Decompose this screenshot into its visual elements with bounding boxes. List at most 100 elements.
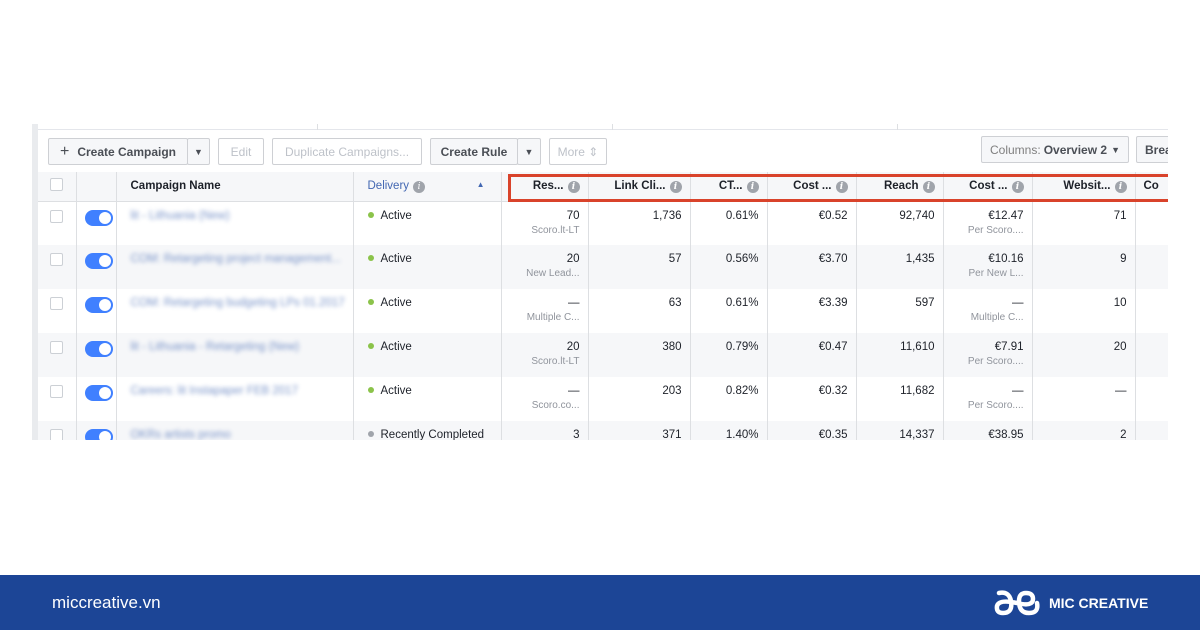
campaign-name-link[interactable]: Careers: lit Instapaper FEB 2017	[116, 377, 354, 421]
table-row[interactable]: Careers: lit Instapaper FEB 2017 Active …	[38, 377, 1168, 421]
ctr-cell: 0.56%	[690, 245, 768, 289]
delivery-status: Active	[353, 201, 502, 245]
footer-bar: miccreative.vn MIC CREATIVE	[0, 575, 1200, 630]
campaign-toggle[interactable]	[76, 421, 117, 440]
col-campaign-name[interactable]: Campaign Name	[116, 172, 354, 202]
columns-dropdown[interactable]: Columns: Overview 2 ▼	[981, 136, 1129, 163]
campaign-name-link[interactable]: COM: Retargeting project management...	[116, 245, 354, 289]
more-button[interactable]: More ⇕	[549, 138, 607, 165]
campaign-name-link[interactable]: lit - Lithuania - Retargeting (New)	[116, 333, 354, 377]
delivery-status: Active	[353, 245, 502, 289]
table-row[interactable]: COM: Retargeting project management... A…	[38, 245, 1168, 289]
breakdown-dropdown[interactable]: Brea	[1136, 136, 1168, 163]
status-dot-icon	[367, 343, 374, 349]
cost-more-cell	[1135, 377, 1168, 421]
info-icon[interactable]: i	[835, 180, 848, 193]
cost-per-result-cell: €7.91 Per Scoro....	[943, 333, 1033, 377]
cost-per-result-cell: — Multiple C...	[943, 289, 1033, 333]
cost-per-result-cell: €10.16 Per New L...	[943, 245, 1033, 289]
table-row[interactable]: COM: Retargeting budgeting LPs 01.2017 A…	[38, 289, 1168, 333]
site-url[interactable]: miccreative.vn	[52, 593, 161, 613]
cost-per-click-cell: €0.47	[767, 333, 857, 377]
cost-per-result-cell: €38.95	[943, 421, 1033, 440]
info-icon[interactable]: i	[669, 180, 682, 193]
tab-strip	[38, 124, 1168, 130]
create-rule-button[interactable]: Create Rule	[430, 138, 518, 165]
select-all-checkbox[interactable]	[38, 172, 77, 202]
reach-cell: 1,435	[856, 245, 944, 289]
table-row[interactable]: lit - Lithuania (New) Active 70 Scoro.lt-…	[38, 201, 1168, 245]
col-delivery[interactable]: Delivery i ▲	[353, 172, 502, 202]
campaign-toggle[interactable]	[76, 245, 117, 289]
col-cost-more[interactable]: Co	[1135, 172, 1168, 202]
campaign-toggle[interactable]	[76, 289, 117, 333]
campaign-name-link[interactable]: OKRs artists promo	[116, 421, 354, 440]
toolbar: + Create Campaign ▼ Edit Duplicate Campai…	[46, 136, 1168, 166]
row-checkbox[interactable]	[38, 333, 77, 377]
table-row[interactable]: OKRs artists promo Recently Completed 33…	[38, 421, 1168, 440]
row-checkbox[interactable]	[38, 201, 77, 245]
campaign-name-link[interactable]: lit - Lithuania (New)	[116, 201, 354, 245]
plus-icon: +	[59, 142, 70, 160]
cost-per-click-cell: €0.32	[767, 377, 857, 421]
campaign-toggle[interactable]	[76, 333, 117, 377]
website-cell: 9	[1032, 245, 1136, 289]
info-icon[interactable]: i	[1114, 180, 1127, 193]
col-link-clicks[interactable]: Link Cli... i	[588, 172, 691, 202]
cost-per-click-cell: €0.35	[767, 421, 857, 440]
col-cost-per-result[interactable]: Cost ... i	[943, 172, 1033, 202]
row-checkbox[interactable]	[38, 245, 77, 289]
col-results[interactable]: Res... i	[501, 172, 589, 202]
table-header: Campaign Name Delivery i ▲ Res... i Link Cl…	[38, 172, 1168, 202]
results-cell: 70 Scoro.lt-LT	[501, 201, 589, 245]
cost-more-cell	[1135, 421, 1168, 440]
delivery-status: Active	[353, 289, 502, 333]
duplicate-campaigns-button[interactable]: Duplicate Campaigns...	[272, 138, 422, 165]
cost-per-click-cell: €3.39	[767, 289, 857, 333]
website-cell: 20	[1032, 333, 1136, 377]
info-icon[interactable]: i	[567, 180, 580, 193]
campaign-name-link[interactable]: COM: Retargeting budgeting LPs 01.2017	[116, 289, 354, 333]
website-cell: —	[1032, 377, 1136, 421]
campaigns-table: Campaign Name Delivery i ▲ Res... i Link Cl…	[38, 172, 1168, 440]
ctr-cell: 0.61%	[690, 289, 768, 333]
campaign-toggle[interactable]	[76, 201, 117, 245]
col-website[interactable]: Websit... i	[1032, 172, 1136, 202]
col-reach[interactable]: Reach i	[856, 172, 944, 202]
row-checkbox[interactable]	[38, 289, 77, 333]
reach-cell: 597	[856, 289, 944, 333]
ctr-cell: 1.40%	[690, 421, 768, 440]
row-checkbox[interactable]	[38, 421, 77, 440]
reach-cell: 11,682	[856, 377, 944, 421]
reach-cell: 92,740	[856, 201, 944, 245]
info-icon[interactable]: i	[746, 180, 759, 193]
create-campaign-dropdown[interactable]: ▼	[187, 138, 210, 165]
cost-per-click-cell: €0.52	[767, 201, 857, 245]
results-cell: 20 Scoro.lt-LT	[501, 333, 589, 377]
info-icon[interactable]: i	[413, 180, 426, 193]
cost-per-result-cell: €12.47 Per Scoro....	[943, 201, 1033, 245]
sort-ascending-icon[interactable]: ▲	[477, 180, 485, 189]
ads-manager-screenshot: + Create Campaign ▼ Edit Duplicate Campai…	[32, 124, 1168, 440]
table-row[interactable]: lit - Lithuania - Retargeting (New) Acti…	[38, 333, 1168, 377]
status-dot-icon	[367, 211, 374, 218]
link-clicks-cell: 1,736	[588, 201, 691, 245]
link-clicks-cell: 63	[588, 289, 691, 333]
edit-button[interactable]: Edit	[218, 138, 264, 165]
col-cost-per-click[interactable]: Cost ... i	[767, 172, 857, 202]
ctr-cell: 0.82%	[690, 377, 768, 421]
caret-down-icon: ▼	[524, 146, 534, 157]
reach-cell: 11,610	[856, 333, 944, 377]
create-campaign-button[interactable]: + Create Campaign	[48, 138, 188, 165]
row-checkbox[interactable]	[38, 377, 77, 421]
campaign-toggle[interactable]	[76, 377, 117, 421]
cost-more-cell	[1135, 245, 1168, 289]
info-icon[interactable]: i	[1011, 180, 1024, 193]
website-cell: 10	[1032, 289, 1136, 333]
delivery-status: Recently Completed	[353, 421, 502, 440]
results-cell: 3	[501, 421, 589, 440]
info-icon[interactable]: i	[922, 180, 935, 193]
create-rule-dropdown[interactable]: ▼	[517, 138, 541, 165]
col-ctr[interactable]: CT... i	[690, 172, 768, 202]
website-cell: 2	[1032, 421, 1136, 440]
